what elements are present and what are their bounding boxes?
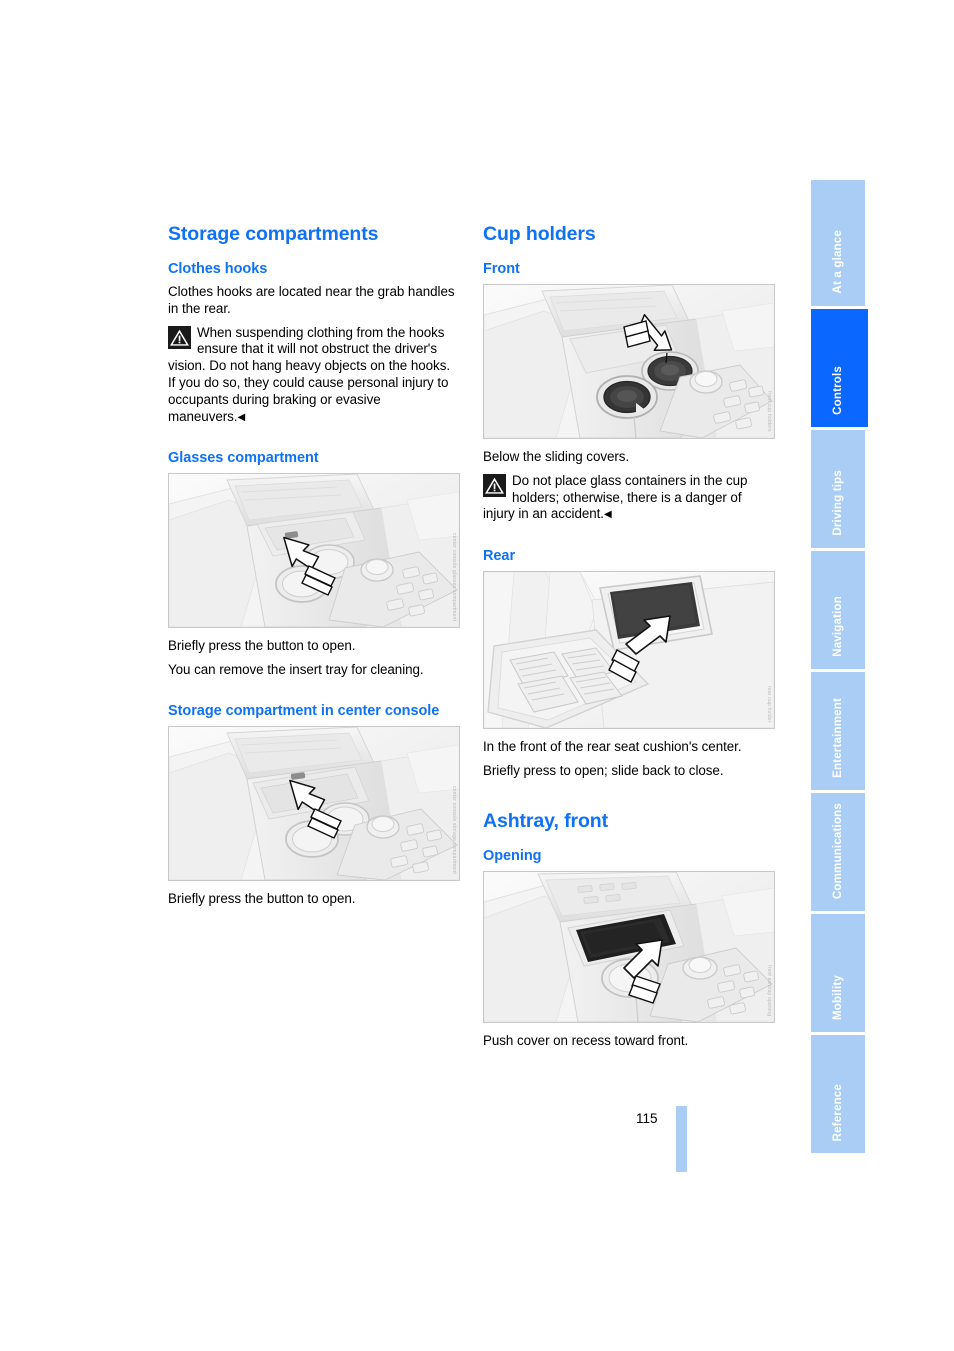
paragraph-glasses-tray: You can remove the insert tray for clean…: [168, 662, 424, 678]
sidebar-tab-label: Reference: [832, 1083, 844, 1141]
paragraph-rear-location: In the front of the rear seat cushion's …: [483, 739, 742, 755]
heading-cup-holders-rear: Rear: [483, 548, 516, 565]
page-title-storage-compartments: Storage compartments: [168, 223, 379, 245]
sidebar-tab-label: Controls: [832, 366, 844, 415]
sidebar-tab-at-a-glance[interactable]: At a glance: [811, 180, 865, 306]
warning-text-clothes-hooks: When suspending clothing from the hooks …: [168, 324, 451, 424]
warning-end-marker: ◀: [603, 509, 612, 521]
right-column: Cup holders Front front cup holders Belo…: [483, 222, 775, 1050]
heading-storage-center-console: Storage compartment in center console: [168, 702, 440, 719]
sidebar-tab-reference[interactable]: Reference: [811, 1035, 865, 1153]
paragraph-front-below-covers: Below the sliding covers.: [483, 449, 630, 464]
sidebar-tab-entertainment[interactable]: Entertainment: [811, 672, 865, 790]
sidebar-tab-navigation[interactable]: Navigation: [811, 551, 865, 669]
page-title-ashtray-front: Ashtray, front: [483, 809, 608, 832]
figure-storage-center-console: center console storage compartment: [168, 725, 460, 881]
warning-end-marker: ◀: [237, 411, 246, 423]
sidebar-tab-communications[interactable]: Communications: [811, 793, 865, 911]
paragraph-ashtray-push: Push cover on recess toward front.: [483, 1032, 689, 1048]
warning-text-cup-holders: Do not place glass containers in the cup…: [483, 472, 748, 522]
figure-ashtray-opening: front ashtray opening: [483, 870, 775, 1023]
warning-triangle-icon: [483, 473, 506, 497]
figure-cup-holder-rear: rear cup holder: [483, 571, 775, 730]
section-tabs-sidebar: At a glance Controls Driving tips Naviga…: [811, 180, 868, 1156]
figure-credit: center console glasses compartment: [451, 533, 457, 622]
sidebar-tab-label: Communications: [832, 802, 844, 899]
heading-ashtray-opening: Opening: [483, 847, 542, 864]
heading-cup-holders-front: Front: [483, 261, 520, 277]
sidebar-tab-label: Driving tips: [832, 470, 844, 536]
heading-glasses-compartment: Glasses compartment: [168, 450, 319, 467]
paragraph-center-console-open: Briefly press the button to open.: [168, 890, 356, 906]
paragraph-clothes-hooks: Clothes hooks are located near the grab …: [168, 284, 455, 316]
sidebar-tab-label: Navigation: [832, 596, 844, 657]
warning-clothes-hooks: When suspending clothing from the hooks …: [168, 325, 460, 427]
manual-page: Storage compartments Clothes hooks Cloth…: [0, 0, 954, 1351]
sidebar-tab-controls[interactable]: Controls: [811, 309, 868, 427]
page-number-bar: [676, 1106, 687, 1172]
warning-triangle-icon: [168, 325, 191, 349]
left-column: Storage compartments Clothes hooks Cloth…: [168, 222, 460, 908]
figure-cup-holders-front: front cup holders: [483, 284, 775, 439]
paragraph-glasses-open: Briefly press the button to open.: [168, 638, 356, 654]
sidebar-tab-mobility[interactable]: Mobility: [811, 914, 865, 1032]
paragraph-rear-operation: Briefly press to open; slide back to clo…: [483, 762, 724, 778]
figure-credit: front ashtray opening: [766, 964, 772, 1016]
figure-credit: front cup holders: [766, 391, 772, 432]
sidebar-tab-label: Mobility: [832, 974, 844, 1020]
page-number: 115: [636, 1111, 658, 1126]
page-title-cup-holders: Cup holders: [483, 223, 596, 245]
sidebar-tab-label: Entertainment: [832, 698, 844, 778]
figure-credit: rear cup holder: [766, 685, 772, 723]
heading-clothes-hooks: Clothes hooks: [168, 261, 268, 277]
figure-credit: center console storage compartment: [451, 786, 457, 874]
figure-glasses-compartment: center console glasses compartment: [168, 473, 460, 629]
sidebar-tab-driving-tips[interactable]: Driving tips: [811, 430, 865, 548]
warning-cup-holders: Do not place glass containers in the cup…: [483, 473, 775, 524]
sidebar-tab-label: At a glance: [832, 230, 844, 294]
